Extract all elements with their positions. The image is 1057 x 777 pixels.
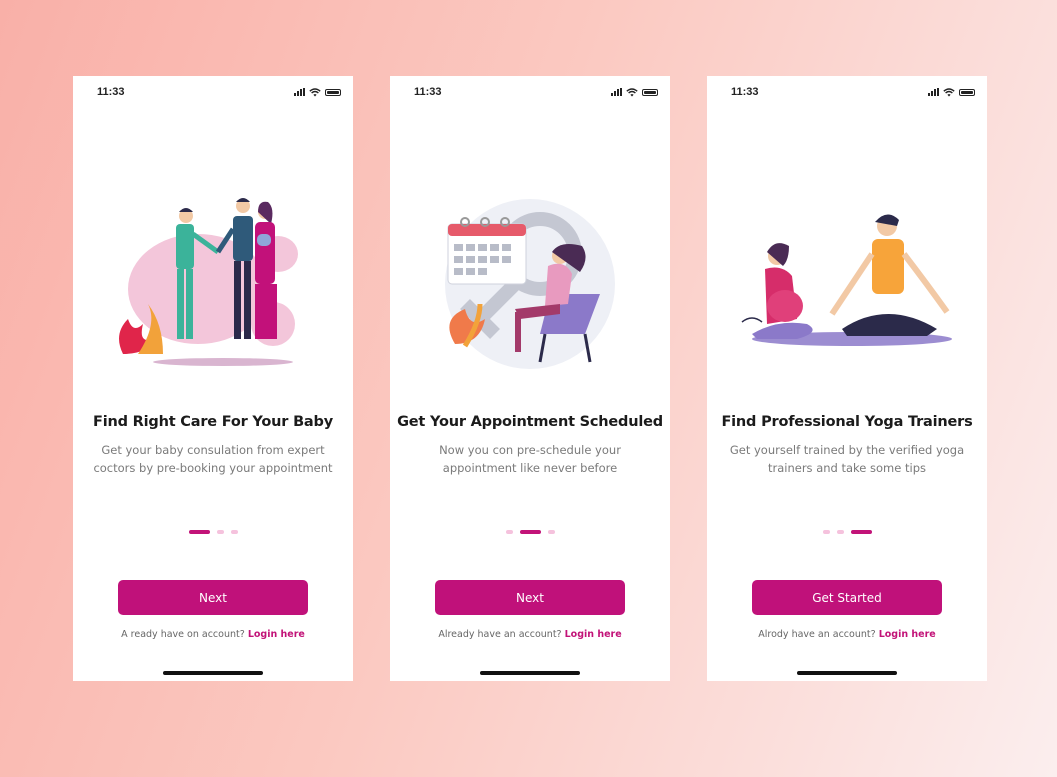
next-button[interactable]: Next xyxy=(118,580,308,615)
login-link[interactable]: Login here xyxy=(248,629,305,640)
baby-care-illustration xyxy=(119,198,298,366)
home-indicator[interactable] xyxy=(797,671,897,675)
onboarding-screen-3: 11:33 Find Professional Yoga Trainers Ge… xyxy=(707,76,987,681)
page-dot-2[interactable] xyxy=(216,530,224,534)
page-indicator xyxy=(707,530,987,534)
wifi-icon xyxy=(626,87,638,96)
login-link[interactable]: Login here xyxy=(879,629,936,640)
status-time: 11:33 xyxy=(414,86,442,98)
screen-description: Get yourself trained by the verified yog… xyxy=(729,443,965,475)
appointment-illustration xyxy=(445,199,615,369)
status-time: 11:33 xyxy=(97,86,125,98)
page-dot-1[interactable] xyxy=(822,530,830,534)
screen-title: Find Right Care For Your Baby xyxy=(93,414,333,430)
status-bar: 11:33 xyxy=(731,84,975,100)
page-dot-1[interactable] xyxy=(188,530,210,534)
home-indicator[interactable] xyxy=(480,671,580,675)
login-prompt: Already have an account? Login here xyxy=(438,629,622,640)
signal-icon xyxy=(928,88,939,96)
battery-icon xyxy=(325,88,341,96)
screen-description: Get your baby consulation from expert co… xyxy=(93,443,333,475)
status-bar: 11:33 xyxy=(97,84,341,100)
login-prompt: A ready have on account? Login here xyxy=(121,629,305,640)
wifi-icon xyxy=(309,87,321,96)
signal-icon xyxy=(611,88,622,96)
page-indicator xyxy=(390,530,670,534)
get-started-button[interactable]: Get Started xyxy=(752,580,942,615)
status-time: 11:33 xyxy=(731,86,759,98)
page-dot-3[interactable] xyxy=(547,530,555,534)
yoga-illustration xyxy=(741,214,952,346)
page-indicator xyxy=(73,530,353,534)
page-dot-2[interactable] xyxy=(519,530,541,534)
page-dot-3[interactable] xyxy=(230,530,238,534)
battery-icon xyxy=(642,88,658,96)
page-dot-2[interactable] xyxy=(836,530,844,534)
login-link[interactable]: Login here xyxy=(565,629,622,640)
screen-title: Get Your Appointment Scheduled xyxy=(397,414,663,430)
wifi-icon xyxy=(943,87,955,96)
battery-icon xyxy=(959,88,975,96)
screen-title: Find Professional Yoga Trainers xyxy=(721,414,973,430)
status-bar: 11:33 xyxy=(414,84,658,100)
next-button[interactable]: Next xyxy=(435,580,625,615)
login-prompt: Alrody have an account? Login here xyxy=(758,629,936,640)
home-indicator[interactable] xyxy=(163,671,263,675)
page-dot-3[interactable] xyxy=(850,530,872,534)
page-dot-1[interactable] xyxy=(505,530,513,534)
onboarding-screen-2: 11:33 Get Your Appointment Scheduled Now… xyxy=(390,76,670,681)
screen-description: Now you con pre-schedule your appointmen… xyxy=(439,443,621,475)
signal-icon xyxy=(294,88,305,96)
onboarding-screen-1: 11:33 Find Right Care For Your Baby Get … xyxy=(73,76,353,681)
